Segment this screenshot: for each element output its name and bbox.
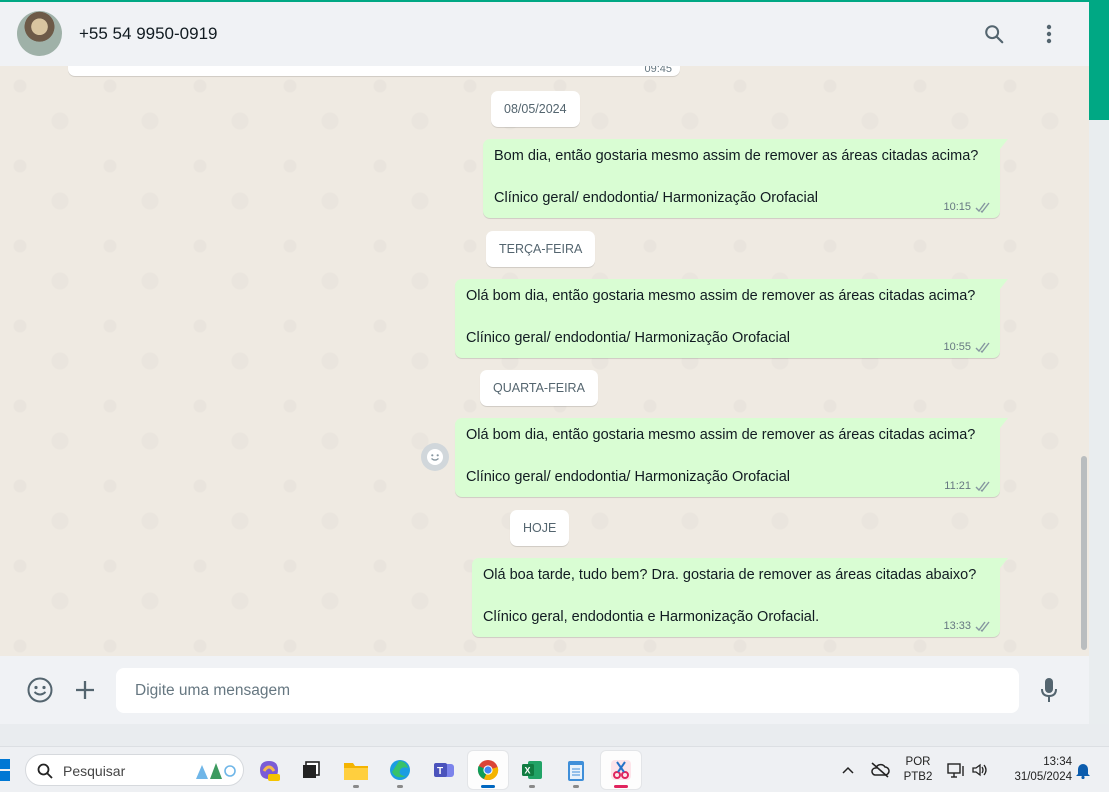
message-time: 10:15 (943, 201, 971, 213)
network-icon (947, 763, 964, 778)
message-text: Olá bom dia, então gostaria mesmo assim … (466, 288, 976, 304)
taskbar-chrome[interactable] (468, 751, 508, 789)
emoji-icon (27, 677, 53, 703)
double-check-icon (975, 342, 990, 353)
search-icon (985, 25, 1004, 44)
kebab-menu-icon (1046, 24, 1052, 44)
message-meta: 10:55 (943, 341, 992, 353)
snipping-tool-icon (611, 760, 631, 780)
notepad-icon (568, 761, 584, 781)
chat-scrollbar[interactable] (1081, 72, 1087, 654)
taskbar-copilot[interactable] (249, 751, 289, 789)
chat-header: +55 54 9950-0919 (0, 2, 1089, 66)
outgoing-message[interactable]: Olá boa tarde, tudo bem? Dra. gostaria d… (472, 558, 1008, 637)
taskbar-task-view[interactable] (291, 751, 331, 789)
message-meta: 10:15 (943, 201, 992, 213)
message-list[interactable]: 09:45 08/05/2024 Bom dia, então gostaria… (0, 66, 1089, 656)
whatsapp-chat-window: +55 54 9950-0919 09:45 08/05/2024 Bom di… (0, 2, 1089, 724)
windows-logo-icon (0, 759, 10, 769)
copilot-icon (260, 761, 280, 781)
date-separator: 08/05/2024 (491, 91, 580, 127)
speaker-icon (972, 763, 987, 777)
taskbar-notepad[interactable] (556, 751, 596, 789)
folder-icon (344, 763, 368, 780)
clock-date: 31/05/2024 (1014, 771, 1072, 783)
search-label: Pesquisar (63, 763, 126, 779)
menu-button[interactable] (1035, 20, 1063, 48)
taskbar-edge[interactable] (380, 751, 420, 789)
language-code: POR (905, 756, 931, 768)
notifications-button[interactable] (1071, 751, 1095, 789)
contact-name[interactable]: +55 54 9950-0919 (79, 24, 218, 44)
double-check-icon (975, 621, 990, 632)
show-hidden-icons-button[interactable] (836, 751, 860, 789)
taskbar-search[interactable]: Pesquisar (25, 754, 244, 786)
taskbar-file-explorer[interactable] (336, 751, 376, 789)
outgoing-message[interactable]: Bom dia, então gostaria mesmo assim de r… (483, 139, 1008, 218)
message-text: Clínico geral, endodontia e Harmonização… (483, 609, 820, 625)
date-separator: QUARTA-FEIRA (480, 370, 598, 406)
taskbar-clock[interactable]: 13:34 31/05/2024 (1000, 755, 1072, 785)
voice-message-button[interactable] (1035, 676, 1063, 704)
message-time: 11:21 (944, 480, 971, 492)
windows-taskbar: Pesquisar T X POR PTB2 13:34 31/05/2024 (0, 746, 1109, 792)
svg-text:X: X (525, 766, 531, 776)
date-separator: HOJE (510, 510, 570, 546)
message-meta: 13:33 (943, 620, 992, 632)
taskbar-teams[interactable]: T (424, 751, 464, 789)
svg-text:T: T (437, 766, 443, 777)
search-icon (37, 763, 53, 779)
bell-icon (1076, 764, 1090, 779)
emoji-icon (427, 449, 443, 465)
taskbar-snipping-tool[interactable] (601, 751, 641, 789)
start-button[interactable] (0, 759, 10, 781)
winter-decoration-icon (196, 763, 236, 779)
message-text: Olá bom dia, então gostaria mesmo assim … (466, 427, 976, 443)
message-time: 09:45 (644, 66, 672, 75)
message-meta: 11:21 (944, 480, 992, 492)
windows-logo-icon-part (0, 771, 10, 781)
double-check-icon (975, 202, 990, 213)
teams-icon: T (434, 763, 454, 777)
message-time: 10:55 (943, 341, 971, 353)
edge-browser-icon (390, 760, 410, 780)
message-text: Clínico geral/ endodontia/ Harmonização … (466, 469, 791, 485)
keyboard-layout: PTB2 (903, 771, 933, 783)
taskbar-excel[interactable]: X (512, 751, 552, 789)
volume-control[interactable] (968, 751, 992, 789)
scrollbar-thumb[interactable] (1081, 456, 1087, 650)
chevron-up-icon (842, 766, 854, 774)
chrome-icon (477, 760, 499, 780)
cloud-offline-icon (871, 762, 890, 778)
excel-icon: X (522, 761, 542, 779)
outgoing-message[interactable]: Olá bom dia, então gostaria mesmo assim … (455, 418, 1008, 497)
window-edge (1089, 120, 1109, 724)
message-text: Clínico geral/ endodontia/ Harmonização … (466, 330, 791, 346)
plus-icon (76, 681, 94, 699)
message-composer (0, 656, 1089, 724)
input-language-indicator[interactable]: POR PTB2 (900, 755, 936, 785)
date-separator: TERÇA-FEIRA (486, 231, 596, 267)
message-time: 13:33 (943, 620, 971, 632)
onedrive-status[interactable] (866, 751, 894, 789)
attach-button[interactable] (71, 676, 99, 704)
double-check-icon (975, 481, 990, 492)
message-text: Olá boa tarde, tudo bem? Dra. gostaria d… (483, 567, 977, 583)
clock-time: 13:34 (1043, 756, 1072, 768)
outgoing-message[interactable]: Olá bom dia, então gostaria mesmo assim … (455, 279, 1008, 358)
network-status[interactable] (944, 751, 968, 789)
message-text: Clínico geral/ endodontia/ Harmonização … (494, 190, 819, 206)
contact-avatar[interactable] (17, 11, 62, 56)
previous-message-bubble: 09:45 (68, 66, 680, 76)
message-input[interactable] (116, 668, 1019, 713)
reaction-button[interactable] (421, 443, 449, 471)
desktop-gap (0, 724, 1109, 746)
task-view-icon (303, 761, 320, 778)
emoji-button[interactable] (26, 676, 54, 704)
search-button[interactable] (980, 20, 1008, 48)
message-text: Bom dia, então gostaria mesmo assim de r… (494, 148, 979, 164)
window-edge-accent (1089, 2, 1109, 120)
microphone-icon (1041, 678, 1057, 702)
